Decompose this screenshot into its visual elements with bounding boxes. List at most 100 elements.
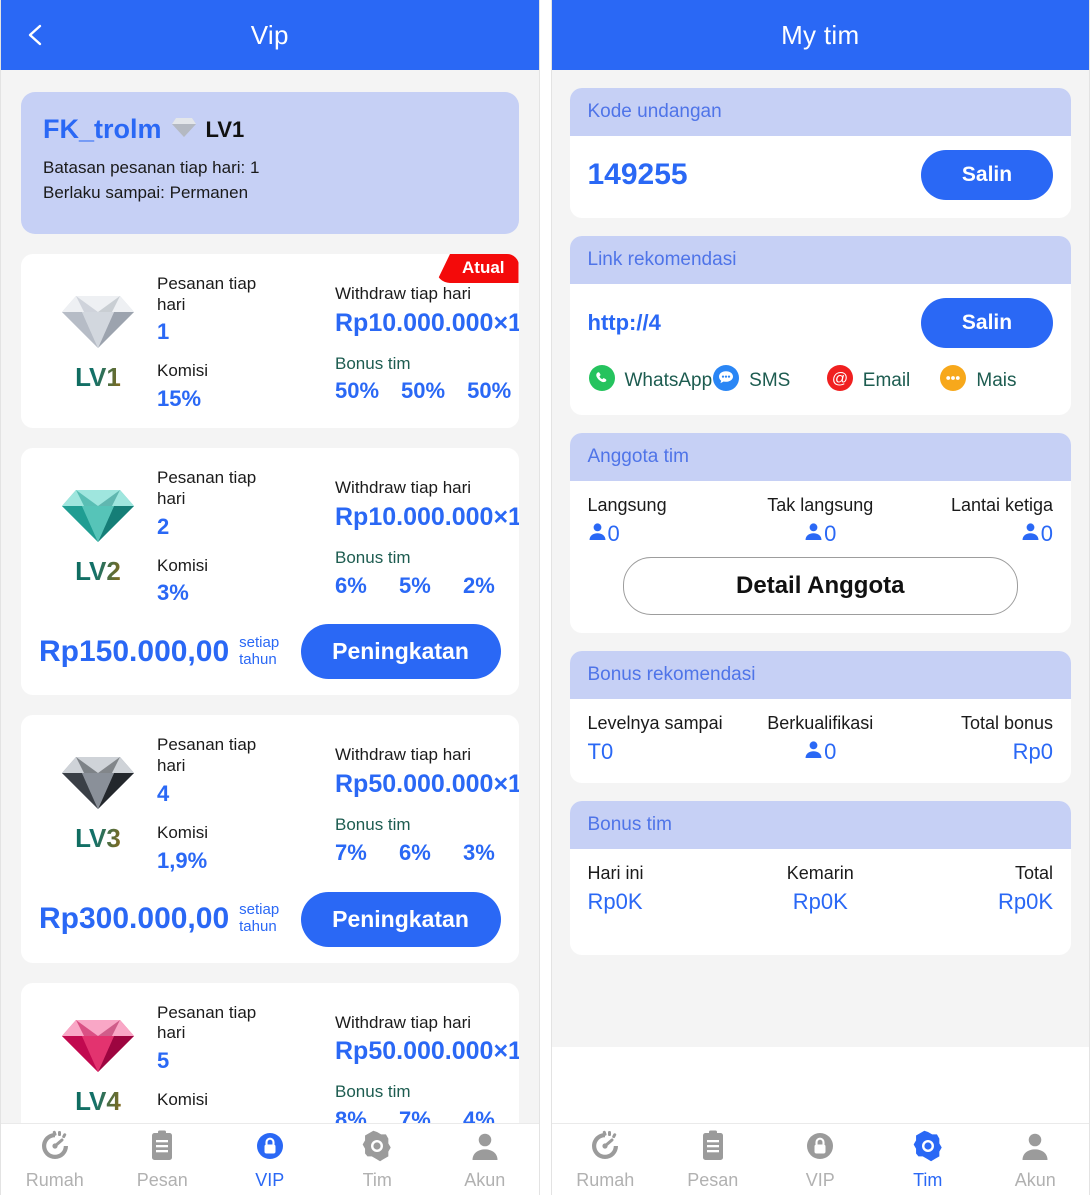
share-option[interactable]: @ Email xyxy=(826,364,940,397)
vip-level-card[interactable]: Atual LV1 Pesanan tiap hari 1 Komisi 15% … xyxy=(21,254,519,429)
nav-item-tim[interactable]: Tim xyxy=(324,1124,432,1195)
stat-value: Rp0K xyxy=(792,889,848,914)
vip-level-label: LV4 xyxy=(75,1086,121,1117)
commission-label: Komisi xyxy=(157,555,209,575)
vip-level-card-list: Atual LV1 Pesanan tiap hari 1 Komisi 15% … xyxy=(1,254,539,1123)
vip-level-card[interactable]: LV4 Pesanan tiap hari 5 Komisi Withdraw t… xyxy=(21,982,519,1123)
vip-card-withdraw-block: Withdraw tiap hari Rp10.000.000×1 Bonus … xyxy=(335,272,519,412)
current-level-badge: Atual xyxy=(436,254,519,283)
person-icon xyxy=(588,521,607,547)
bottom-nav-bar: Rumah Pesan VIP Tim Akun xyxy=(551,1123,1090,1195)
withdraw-label: Withdraw tiap hari xyxy=(335,478,472,498)
orders-label: Pesanan tiap hari xyxy=(157,468,257,508)
nav-item-label: Rumah xyxy=(25,1169,84,1190)
referral-link-value[interactable]: http://4 xyxy=(588,310,661,336)
commission-value: 15% xyxy=(157,386,202,412)
nav-item-label: Tim xyxy=(913,1169,943,1190)
vip-card-main: LV1 Pesanan tiap hari 1 Komisi 15% Withdr… xyxy=(21,272,519,412)
share-options-row: WhatsApp SMS @ Email Mais xyxy=(588,364,1054,397)
nav-item-label: Rumah xyxy=(576,1169,635,1190)
vip-card-footer: Rp150.000,00 setiap tahun Peningkatan xyxy=(21,606,519,680)
vip-card-level-block: LV3 xyxy=(39,733,157,873)
speedometer-icon xyxy=(588,1129,622,1168)
withdraw-value: Rp50.000.000×1 xyxy=(335,1037,519,1066)
price-period: setiap tahun xyxy=(239,901,280,936)
user-level: LV1 xyxy=(205,116,245,142)
stat-item: Kemarin Rp0K xyxy=(743,863,898,915)
nav-item-rumah[interactable]: Rumah xyxy=(1,1124,109,1195)
person-icon xyxy=(1021,521,1040,547)
nav-item-pesan[interactable]: Pesan xyxy=(109,1124,217,1195)
vip-level-card[interactable]: LV3 Pesanan tiap hari 4 Komisi 1,9% Withd… xyxy=(21,715,519,963)
nav-item-rumah[interactable]: Rumah xyxy=(552,1124,660,1195)
orders-value: 5 xyxy=(157,1048,170,1074)
nav-item-label: Akun xyxy=(464,1169,506,1190)
stat-value: T0 xyxy=(587,739,614,764)
nav-item-label: VIP xyxy=(255,1169,285,1190)
withdraw-label: Withdraw tiap hari xyxy=(335,745,472,765)
vip-scroll-area[interactable]: FK_trolm LV1 Batasan pesanan tiap hari: … xyxy=(1,70,539,1123)
chevron-left-icon[interactable] xyxy=(23,22,49,48)
team-bonus-tier: 6% xyxy=(335,572,367,598)
share-option[interactable]: Mais xyxy=(939,364,1053,397)
share-option-label: Email xyxy=(862,369,911,391)
lock-badge-icon xyxy=(803,1129,837,1168)
referral-link-section: Link rekomendasi http://4 Salin WhatsApp… xyxy=(569,236,1071,415)
nav-item-akun[interactable]: Akun xyxy=(982,1124,1090,1195)
nav-item-vip[interactable]: VIP xyxy=(216,1124,324,1195)
person-icon xyxy=(468,1129,502,1168)
vip-card-main: LV4 Pesanan tiap hari 5 Komisi Withdraw t… xyxy=(21,1001,519,1123)
stat-label: Total bonus xyxy=(960,713,1054,733)
clipboard-icon xyxy=(696,1129,730,1168)
nav-item-tim[interactable]: Tim xyxy=(874,1124,982,1195)
share-option-label: Mais xyxy=(976,369,1017,391)
nav-item-akun[interactable]: Akun xyxy=(431,1124,539,1195)
diamond-icon xyxy=(62,753,134,809)
nav-item-vip[interactable]: VIP xyxy=(767,1124,875,1195)
whatsapp-icon xyxy=(588,364,616,397)
stat-value: Rp0K xyxy=(587,889,643,914)
vip-card-orders-block: Pesanan tiap hari 2 Komisi 3% xyxy=(157,466,335,606)
team-bonus-heading: Bonus tim xyxy=(569,801,1071,849)
upgrade-button[interactable]: Peningkatan xyxy=(300,891,501,947)
copy-invite-code-button[interactable]: Salin xyxy=(921,150,1053,200)
nav-item-label: Akun xyxy=(1014,1169,1056,1190)
team-members-body: Langsung 0 Tak langsung 0 Lantai ketiga … xyxy=(570,481,1072,633)
share-option-label: WhatsApp xyxy=(624,369,713,391)
team-bonus-label: Bonus tim xyxy=(335,353,411,373)
vip-card-main: LV2 Pesanan tiap hari 2 Komisi 3% Withdra… xyxy=(21,466,519,606)
team-scroll-area[interactable]: Kode undangan 149255 Salin Link rekomend… xyxy=(551,70,1089,1123)
copy-referral-link-button[interactable]: Salin xyxy=(921,298,1053,348)
lock-badge-icon xyxy=(253,1129,287,1168)
vip-level-card[interactable]: LV2 Pesanan tiap hari 2 Komisi 3% Withdra… xyxy=(21,448,519,696)
share-option[interactable]: SMS xyxy=(712,364,826,397)
orders-label: Pesanan tiap hari xyxy=(157,1002,257,1043)
clipboard-icon xyxy=(145,1129,179,1168)
share-option[interactable]: WhatsApp xyxy=(588,364,713,397)
upgrade-button[interactable]: Peningkatan xyxy=(300,624,501,680)
stat-label: Tak langsung xyxy=(767,495,874,515)
referral-bonus-heading: Bonus rekomendasi xyxy=(569,651,1071,699)
team-member-stats: Langsung 0 Tak langsung 0 Lantai ketiga … xyxy=(588,495,1054,547)
stat-label: Langsung xyxy=(587,495,667,515)
stat-value: 0 xyxy=(898,521,1053,547)
diamond-icon xyxy=(171,117,196,142)
referral-bonus-stats: Levelnya sampai T0 Berkualifikasi 0 Tota… xyxy=(588,713,1054,765)
stat-item: Berkualifikasi 0 xyxy=(743,713,898,765)
vip-price: Rp300.000,00 xyxy=(39,902,230,936)
team-bonus-values: 7% 6% 3% xyxy=(335,840,519,866)
team-bonus-tier: 50% xyxy=(467,378,512,404)
team-bonus-tier: 7% xyxy=(335,839,367,865)
validity: Berlaku sampai: Permanen xyxy=(43,183,249,202)
nav-item-pesan[interactable]: Pesan xyxy=(659,1124,767,1195)
team-header: My tim xyxy=(551,0,1089,70)
nav-item-label: Tim xyxy=(362,1169,392,1190)
orders-label: Pesanan tiap hari xyxy=(157,735,257,776)
stat-value: 0 xyxy=(588,521,743,547)
svg-text:@: @ xyxy=(832,371,848,388)
referral-bonus-body: Levelnya sampai T0 Berkualifikasi 0 Tota… xyxy=(570,699,1072,783)
member-detail-button[interactable]: Detail Anggota xyxy=(622,557,1018,615)
page-title: My tim xyxy=(781,19,860,50)
vip-card-withdraw-block: Withdraw tiap hari Rp10.000.000×1 Bonus … xyxy=(335,466,519,606)
vip-card-level-block: LV2 xyxy=(39,466,157,606)
